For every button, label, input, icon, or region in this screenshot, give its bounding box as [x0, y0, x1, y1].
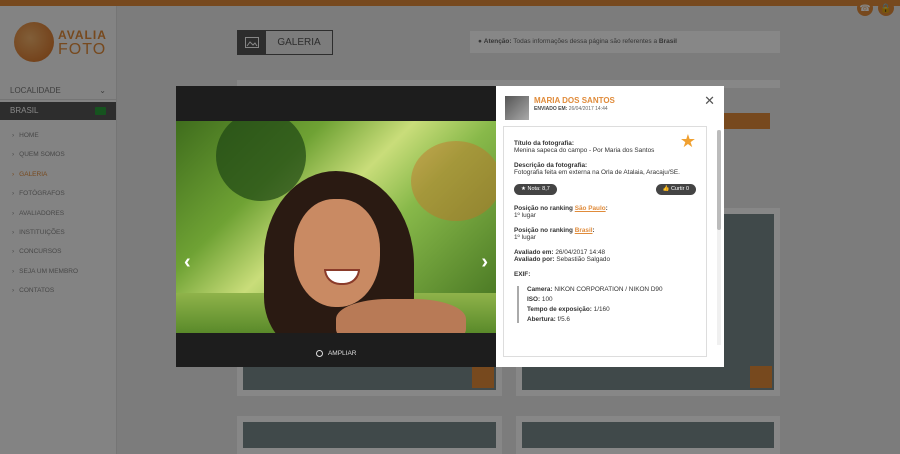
ranking-city-value: 1º lugar [514, 212, 536, 219]
like-button[interactable]: 👍 Curtir 0 [655, 184, 696, 195]
exif-row: Abertura: f/5.6 [527, 316, 570, 323]
exif-row: Tempo de exposição: 1/160 [527, 306, 610, 313]
exif-list: Camera: NIKON CORPORATION / NIKON D90 IS… [517, 286, 696, 323]
evaluated-at: Avaliado em: 26/04/2017 14:48 [514, 249, 606, 256]
photo-details-panel: MARIA DOS SANTOS ENVIADO EM: 26/04/2017 … [496, 86, 724, 367]
rating-badge: ★ Nota: 8,7 [514, 184, 557, 195]
ranking-city-label: Posição no ranking São Paulo: [514, 205, 608, 212]
featured-photo[interactable]: ‹ › [176, 121, 496, 333]
exif-row: ISO: 100 [527, 296, 553, 303]
ranking-country-link[interactable]: Brasil [575, 227, 593, 234]
title-label: Título da fotografia: [514, 140, 574, 147]
ranking-city-link[interactable]: São Paulo [575, 205, 606, 212]
exif-row: Camera: NIKON CORPORATION / NIKON D90 [527, 286, 663, 293]
exif-label: EXIF: [514, 271, 531, 278]
evaluated-by: Avaliado por: Sebastião Salgado [514, 256, 611, 263]
zoom-button[interactable]: AMPLIAR [176, 350, 496, 357]
zoom-label: AMPLIAR [327, 350, 357, 358]
details-box: ★ Título da fotografia: Menina sapeca do… [503, 126, 707, 357]
ranking-country-value: 1º lugar [514, 234, 536, 241]
avatar[interactable] [505, 96, 529, 120]
description-value: Fotografia feita em externa na Orla de A… [514, 169, 680, 176]
description-label: Descrição da fotografia: [514, 162, 588, 169]
zoom-icon [315, 350, 323, 357]
ranking-country-label: Posição no ranking Brasil: [514, 227, 595, 234]
title-value: Menina sapeca do campo - Por Maria dos S… [514, 147, 655, 154]
photo-viewer: ‹ › AMPLIAR [176, 86, 496, 367]
chevron-left-icon[interactable]: ‹ [184, 251, 191, 274]
scrollbar-thumb[interactable] [717, 130, 721, 230]
sent-date: ENVIADO EM: 26/04/2017 14:44 [534, 106, 608, 112]
close-icon[interactable]: ✕ [704, 93, 715, 109]
chevron-right-icon[interactable]: › [481, 251, 488, 274]
user-name[interactable]: MARIA DOS SANTOS [534, 96, 615, 105]
star-icon[interactable]: ★ [680, 131, 696, 152]
